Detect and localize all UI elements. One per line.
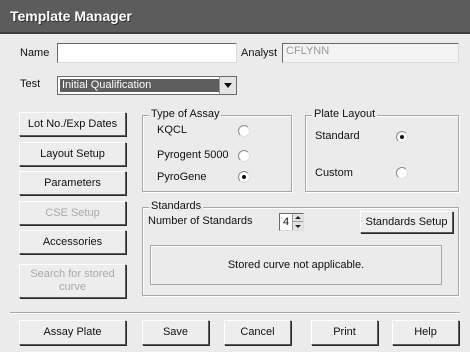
stored-curve-message-box: Stored curve not applicable. [150, 245, 442, 285]
layout-setup-button[interactable]: Layout Setup [19, 142, 126, 166]
template-manager-window: Template Manager Name Analyst CFLYNN Tes… [0, 0, 470, 352]
kqcl-radio[interactable] [238, 125, 250, 137]
window-title: Template Manager [10, 8, 132, 24]
type-of-assay-legend: Type of Assay [149, 108, 222, 120]
analyst-label: Analyst [241, 47, 278, 59]
test-label: Test [20, 78, 41, 90]
bottom-divider [10, 312, 460, 314]
test-dropdown-button[interactable] [219, 77, 236, 94]
pyrogene-label: PyroGene [157, 171, 207, 183]
pyrogent-5000-label: Pyrogent 5000 [157, 149, 229, 161]
standard-layout-label: Standard [315, 130, 360, 142]
test-select-value: Initial Qualification [60, 79, 219, 92]
standards-setup-button[interactable]: Standards Setup [360, 211, 453, 233]
number-of-standards-spinner[interactable]: 4 [279, 213, 304, 231]
parameters-button[interactable]: Parameters [19, 171, 126, 195]
arrow-up-icon [295, 216, 301, 219]
lot-exp-dates-button[interactable]: Lot No./Exp Dates [19, 112, 126, 136]
search-stored-curve-button[interactable]: Search for stored curve [19, 264, 126, 298]
analyst-field: CFLYNN [282, 43, 459, 63]
name-input[interactable] [57, 43, 237, 63]
standard-layout-radio[interactable] [396, 131, 408, 143]
number-of-standards-label: Number of Standards [148, 215, 253, 227]
cse-setup-button[interactable]: CSE Setup [19, 201, 126, 225]
spin-down-button[interactable] [293, 222, 303, 230]
cancel-button[interactable]: Cancel [224, 320, 291, 345]
chevron-down-icon [224, 83, 232, 88]
accessories-button[interactable]: Accessories [19, 230, 126, 254]
plate-layout-group: Plate Layout [305, 108, 459, 192]
custom-layout-label: Custom [315, 167, 353, 179]
title-bar[interactable]: Template Manager [0, 0, 470, 34]
name-label: Name [20, 47, 50, 59]
standards-legend: Standards [149, 200, 204, 212]
stored-curve-message: Stored curve not applicable. [227, 259, 365, 271]
test-select[interactable]: Initial Qualification [57, 76, 237, 95]
help-button[interactable]: Help [392, 320, 459, 345]
arrow-down-icon [295, 224, 301, 228]
assay-plate-button[interactable]: Assay Plate [19, 320, 126, 345]
plate-layout-legend: Plate Layout [312, 108, 378, 120]
print-button[interactable]: Print [311, 320, 378, 345]
pyrogent-5000-radio[interactable] [238, 150, 250, 162]
spinner-buttons [292, 214, 303, 230]
custom-layout-radio[interactable] [396, 167, 408, 179]
pyrogene-radio[interactable] [238, 171, 250, 183]
number-of-standards-value: 4 [283, 216, 290, 228]
spin-up-button[interactable] [293, 214, 303, 222]
save-button[interactable]: Save [142, 320, 209, 345]
kqcl-label: KQCL [157, 124, 187, 136]
